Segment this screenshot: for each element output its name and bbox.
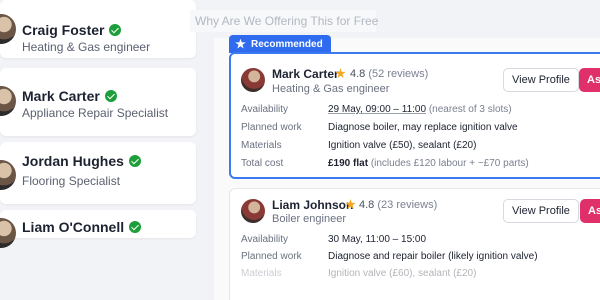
cost-note: (includes £120 labour + ~£70 parts)	[370, 158, 529, 169]
professional-name: Jordan Hughes	[22, 153, 124, 169]
availability-slot[interactable]: 29 May, 09:00 – 11:00	[328, 104, 426, 115]
verified-icon	[104, 90, 117, 102]
rating-value: 4.8	[350, 68, 366, 80]
quote-role: Heating & Gas engineer	[272, 83, 390, 95]
verified-icon	[128, 155, 141, 167]
quote-name: Liam Johnson	[272, 198, 354, 212]
list-item[interactable]: Liam O'Connell	[0, 210, 196, 248]
avatar	[241, 199, 265, 223]
professional-role: Flooring Specialist	[22, 174, 121, 188]
professional-role: Appliance Repair Specialist	[22, 106, 169, 120]
avatar	[0, 218, 16, 248]
star-icon	[235, 38, 246, 49]
list-item[interactable]: Mark Carter Appliance Repair Specialist	[0, 68, 196, 136]
avatar	[0, 160, 16, 190]
quote-name: Mark Carter	[272, 67, 339, 81]
list-item[interactable]: Jordan Hughes Flooring Specialist	[0, 142, 196, 204]
availability-note: (nearest of 3 slots)	[428, 104, 512, 115]
review-count: (52 reviews)	[368, 68, 429, 80]
ask-button[interactable]: Ask	[579, 68, 600, 92]
rating-value: 4.8	[359, 199, 375, 211]
verified-icon	[129, 221, 142, 233]
professional-list: Craig Foster Heating & Gas engineer Mark…	[0, 0, 196, 300]
recommended-badge: Recommended	[229, 35, 331, 53]
quote-card: Liam Johnson 4.8 (23 reviews) Boiler eng…	[229, 188, 600, 300]
professional-name: Mark Carter	[22, 88, 100, 104]
view-profile-button[interactable]: View Profile	[503, 68, 579, 92]
ask-button[interactable]: Ask	[580, 199, 600, 223]
section-heading: Why Are We Offering This for Free	[195, 14, 379, 28]
total-cost: £190 flat	[328, 158, 369, 169]
professional-role: Heating & Gas engineer	[22, 40, 151, 54]
avatar	[0, 14, 16, 44]
professional-name: Craig Foster	[22, 22, 105, 38]
review-count: (23 reviews)	[377, 199, 438, 211]
view-profile-button[interactable]: View Profile	[503, 199, 579, 223]
verified-icon	[109, 24, 122, 36]
quote-role: Boiler engineer	[272, 213, 346, 225]
recommended-label: Recommended	[251, 38, 323, 50]
quote-card-recommended: Mark Carter 4.8 (52 reviews) Heating & G…	[229, 52, 600, 179]
avatar	[241, 68, 265, 92]
avatar	[0, 86, 16, 116]
list-item[interactable]: Craig Foster Heating & Gas engineer	[0, 0, 196, 58]
professional-name: Liam O'Connell	[22, 219, 125, 235]
